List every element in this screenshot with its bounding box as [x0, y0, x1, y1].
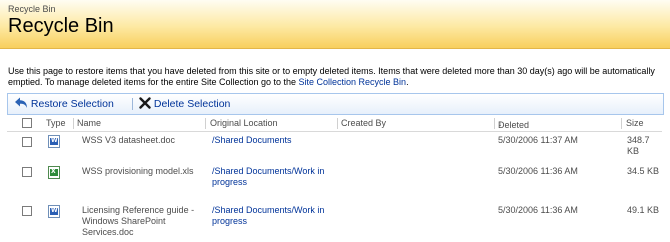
item-size: 34.5 KB	[627, 166, 660, 176]
column-header-name[interactable]: Name	[77, 118, 101, 128]
delete-x-icon	[139, 97, 151, 109]
column-header-deleted-label: Deleted	[498, 120, 530, 130]
column-header-size[interactable]: Size	[626, 118, 644, 128]
item-size: 348.7 KB	[627, 135, 650, 156]
column-header-deleted[interactable]: Deleted ↓	[498, 118, 529, 130]
original-location-link[interactable]: /Shared Documents	[212, 135, 337, 146]
table-header: Type Name Original Location Created By D…	[7, 116, 662, 132]
page-title: Recycle Bin	[8, 15, 114, 37]
table-row: W WSS V3 datasheet.doc /Shared Documents…	[7, 135, 662, 157]
toolbar-separator	[132, 98, 133, 110]
page-header: Recycle Bin Recycle Bin	[0, 0, 670, 49]
column-separator	[621, 118, 622, 129]
restore-selection-label: Restore Selection	[30, 98, 114, 110]
deleted-date: 5/30/2006 11:37 AM	[498, 135, 578, 145]
column-separator	[205, 118, 206, 129]
row-checkbox[interactable]	[22, 137, 32, 147]
row-checkbox[interactable]	[22, 206, 32, 216]
toolbar: Restore Selection Delete Selection	[7, 93, 664, 115]
description-suffix: .	[406, 77, 409, 87]
column-header-original-location[interactable]: Original Location	[210, 118, 278, 128]
original-location-link[interactable]: /Shared Documents/Work in progress	[212, 205, 337, 227]
table-row: X WSS provisioning model.xls /Shared Doc…	[7, 166, 662, 190]
item-name: WSS provisioning model.xls	[82, 166, 194, 176]
item-size: 49.1 KB	[627, 205, 660, 215]
delete-selection-label: Delete Selection	[153, 98, 231, 110]
restore-arrow-icon	[15, 97, 27, 108]
restore-selection-button[interactable]: Restore Selection	[14, 97, 114, 110]
word-doc-icon: W	[48, 205, 60, 218]
page-description: Use this page to restore items that you …	[8, 66, 663, 88]
column-separator	[73, 118, 74, 129]
item-name: WSS V3 datasheet.doc	[82, 135, 176, 145]
delete-selection-button[interactable]: Delete Selection	[139, 97, 230, 110]
word-doc-icon: W	[48, 135, 60, 148]
table-row: W Licensing Reference guide - Windows Sh…	[7, 205, 662, 241]
column-separator	[337, 118, 338, 129]
column-separator	[494, 118, 495, 129]
excel-xls-icon: X	[48, 166, 60, 179]
deleted-date: 5/30/2006 11:36 AM	[498, 205, 578, 215]
row-checkbox[interactable]	[22, 167, 32, 177]
column-header-type[interactable]: Type	[46, 118, 66, 128]
site-collection-recycle-bin-link[interactable]: Site Collection Recycle Bin	[299, 77, 407, 87]
select-all-checkbox[interactable]	[22, 118, 32, 128]
original-location-link[interactable]: /Shared Documents/Work in progress	[212, 166, 337, 188]
deleted-date: 5/30/2006 11:36 AM	[498, 166, 578, 176]
column-header-created-by[interactable]: Created By	[341, 118, 386, 128]
item-name: Licensing Reference guide - Windows Shar…	[82, 205, 195, 237]
breadcrumb[interactable]: Recycle Bin	[8, 4, 56, 14]
